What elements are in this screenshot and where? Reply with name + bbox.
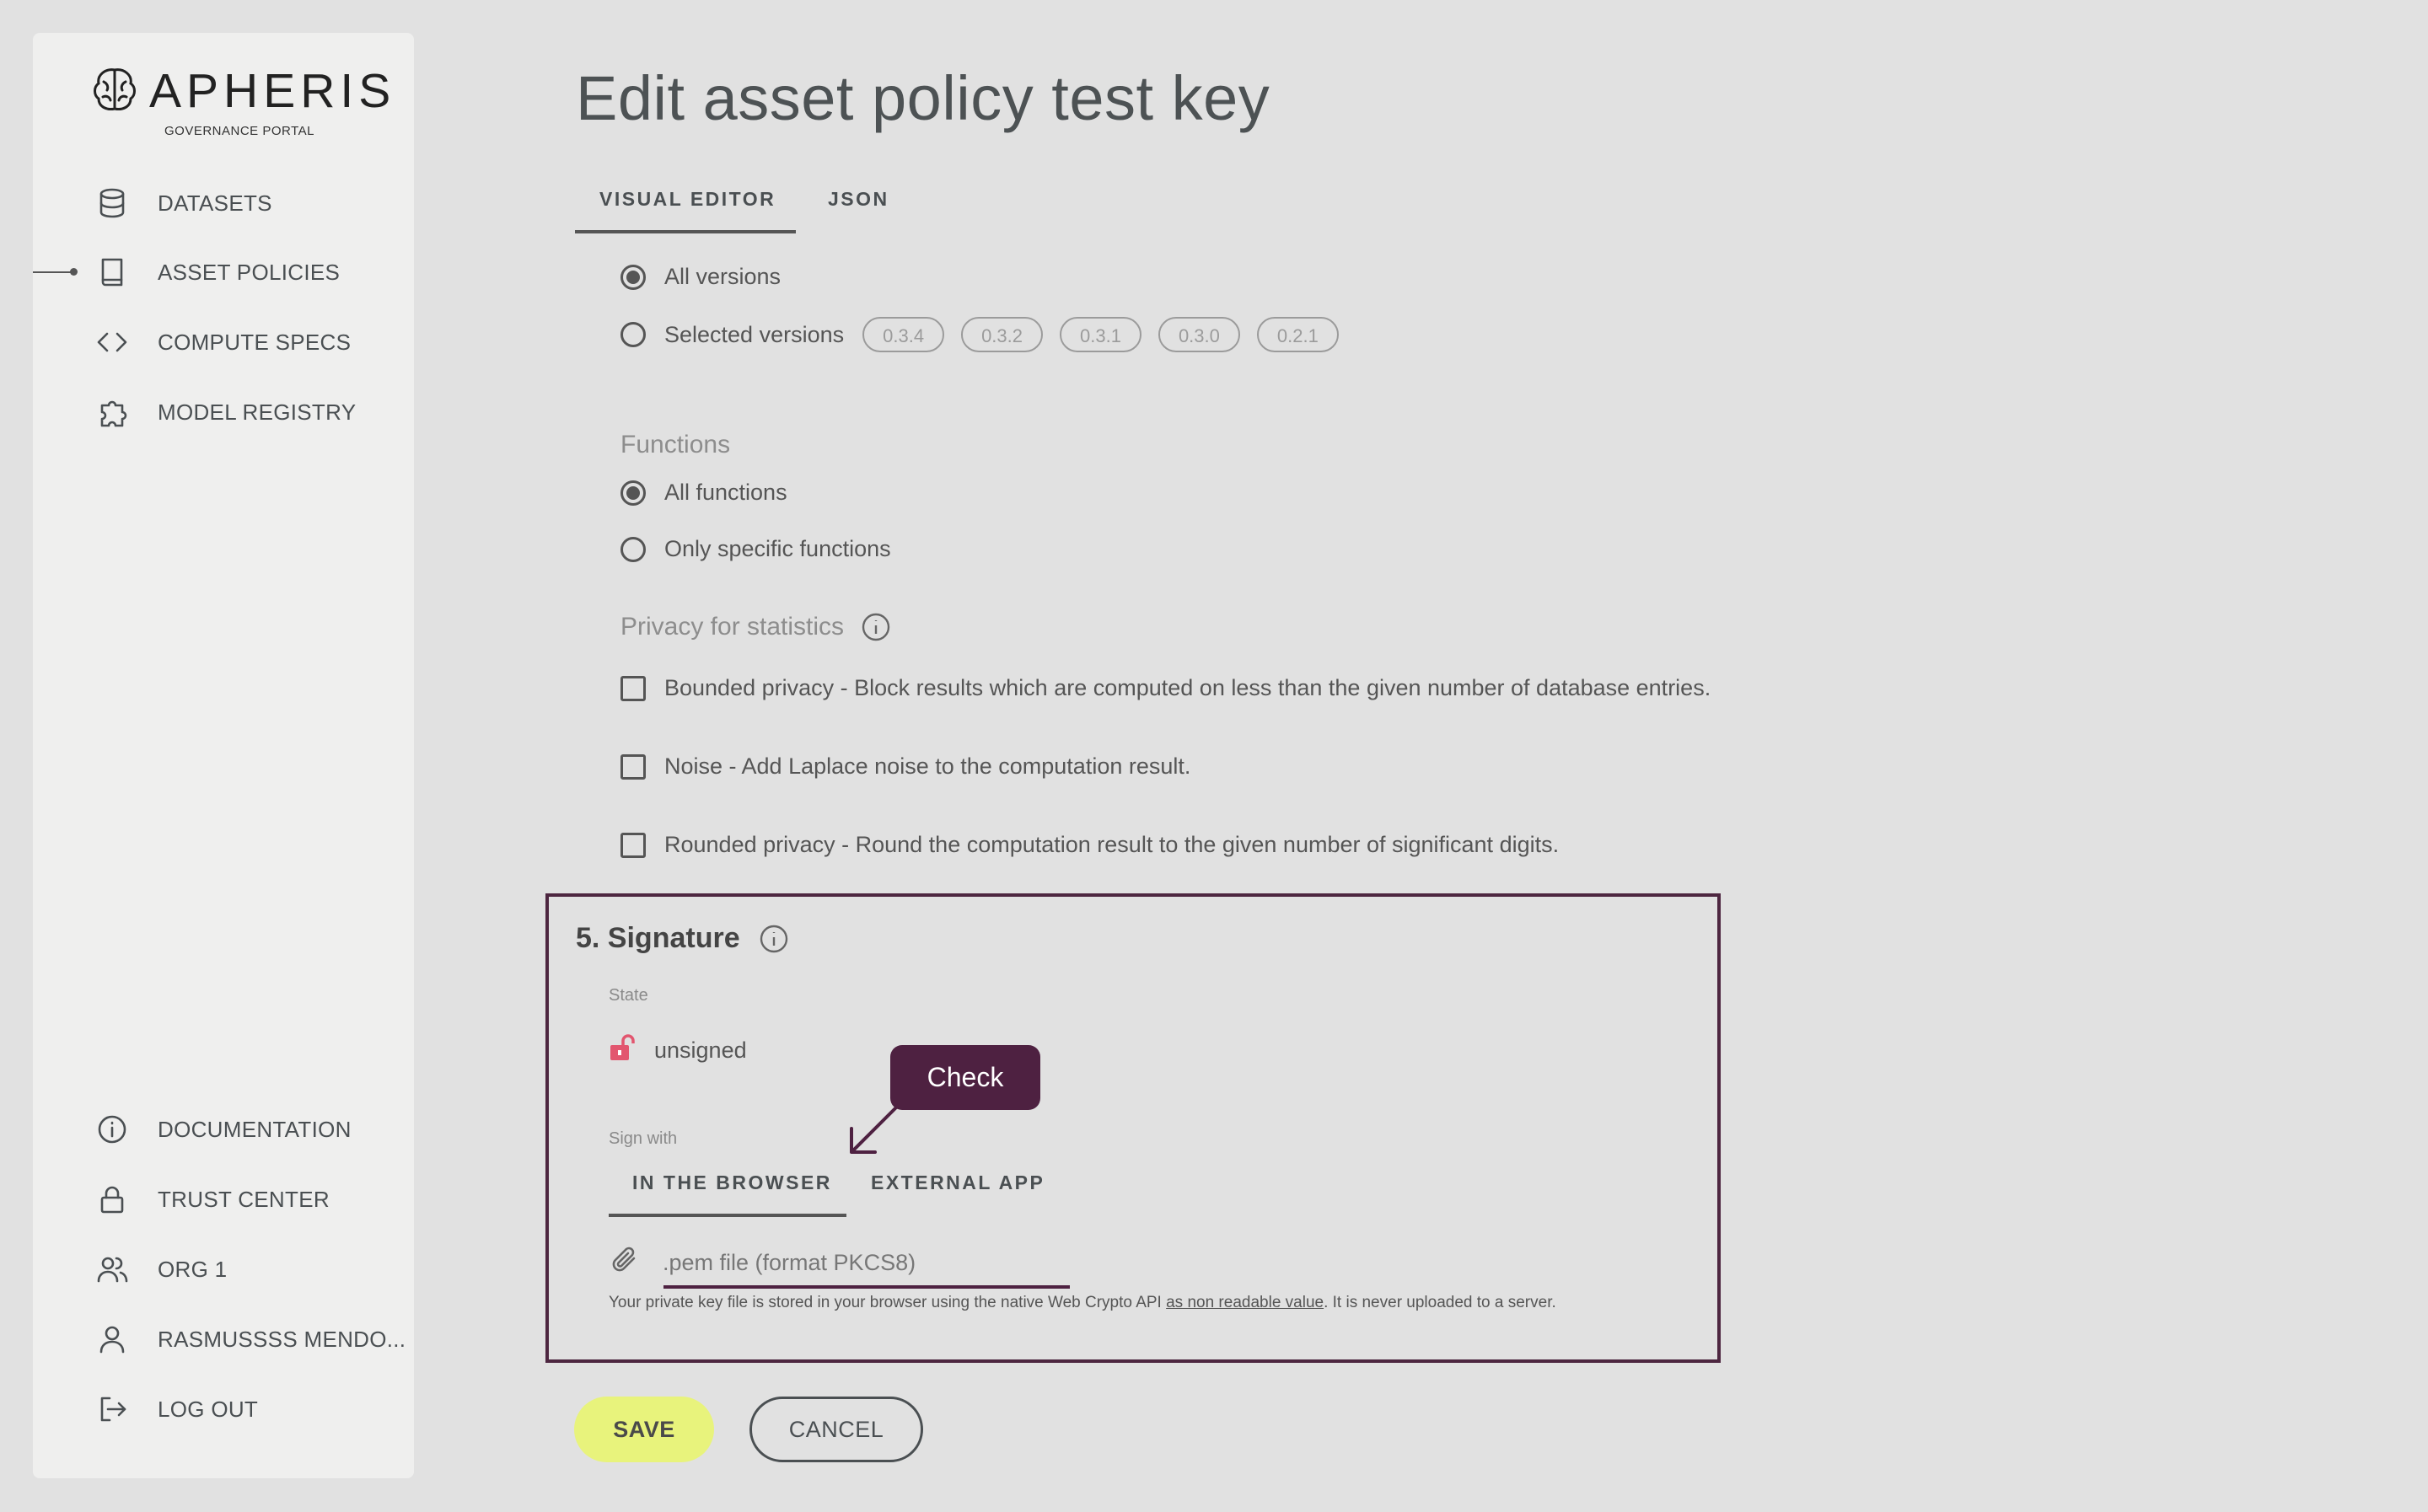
sidebar-item-label: TRUST CENTER: [158, 1186, 330, 1212]
version-chip[interactable]: 0.3.1: [1060, 317, 1141, 352]
sidebar-item-label: ORG 1: [158, 1256, 228, 1282]
logo[interactable]: APHERIS: [90, 65, 395, 118]
radio-label: All functions: [664, 480, 787, 505]
sidebar-item-label: DOCUMENTATION: [158, 1116, 352, 1142]
brain-icon: [90, 65, 139, 118]
version-chip[interactable]: 0.3.2: [961, 317, 1043, 352]
checkbox-noise[interactable]: Noise - Add Laplace noise to the computa…: [620, 753, 1190, 780]
radio-selected-versions[interactable]: Selected versions 0.3.4 0.3.2 0.3.1 0.3.…: [620, 317, 1339, 352]
radio-label: Selected versions: [664, 321, 845, 347]
info-icon[interactable]: [759, 924, 789, 954]
sidebar-item-label: DATASETS: [158, 190, 272, 216]
signature-heading: 5. Signature: [576, 922, 789, 955]
version-chip[interactable]: 0.3.4: [862, 317, 945, 352]
active-tab-underline: [575, 230, 796, 233]
radio-button[interactable]: [620, 322, 646, 347]
page-title: Edit asset policy test key: [576, 63, 1270, 133]
brand-name: APHERIS: [149, 64, 396, 118]
sidebar-item-label: RASMUSSSS MENDO...: [158, 1326, 406, 1352]
unlocked-icon: [609, 1033, 654, 1068]
book-icon: [94, 254, 131, 291]
state-value: unsigned: [654, 1037, 747, 1063]
sidebar-item-label: COMPUTE SPECS: [158, 329, 352, 355]
tooltip-arrow-icon: [850, 1103, 900, 1154]
tab-external-app[interactable]: EXTERNAL APP: [871, 1172, 1045, 1194]
signature-highlight-box: [545, 893, 1721, 1363]
sidebar-item-documentation[interactable]: DOCUMENTATION: [94, 1107, 352, 1151]
pem-file-input[interactable]: .pem file (format PKCS8): [609, 1244, 916, 1282]
privacy-heading-text: Privacy for statistics: [620, 613, 845, 641]
help-text-suffix: . It is never uploaded to a server.: [1324, 1294, 1556, 1311]
sidebar-item-logout[interactable]: LOG OUT: [94, 1387, 258, 1431]
privacy-heading: Privacy for statistics: [620, 612, 891, 642]
sidebar-item-compute-specs[interactable]: COMPUTE SPECS: [94, 320, 351, 364]
radio-label: Only specific functions: [664, 536, 891, 561]
logout-icon: [94, 1391, 131, 1428]
sign-with-label: Sign with: [609, 1129, 678, 1148]
checkbox-rounded-privacy[interactable]: Rounded privacy - Round the computation …: [620, 832, 1559, 858]
checkbox-label: Noise - Add Laplace noise to the computa…: [664, 753, 1191, 779]
radio-specific-functions[interactable]: Only specific functions: [620, 536, 891, 562]
sidebar-item-asset-policies[interactable]: ASSET POLICIES: [94, 250, 340, 294]
check-tooltip: Check: [890, 1045, 1040, 1110]
info-icon: [94, 1111, 131, 1148]
tab-json[interactable]: JSON: [828, 188, 889, 211]
info-icon[interactable]: [861, 612, 891, 642]
database-icon: [94, 185, 131, 222]
editor-tabs: VISUAL EDITOR JSON: [575, 173, 1334, 233]
state-label: State: [609, 986, 648, 1005]
radio-all-functions[interactable]: All functions: [620, 480, 787, 506]
functions-heading: Functions: [620, 431, 730, 459]
checkbox-bounded-privacy[interactable]: Bounded privacy - Block results which ar…: [620, 675, 1711, 701]
sidebar-item-datasets[interactable]: DATASETS: [94, 181, 272, 225]
active-indicator-line: [33, 271, 75, 273]
tab-visual-editor[interactable]: VISUAL EDITOR: [599, 188, 776, 211]
non-readable-value-link[interactable]: as non readable value: [1166, 1294, 1324, 1311]
sidebar-item-org[interactable]: ORG 1: [94, 1247, 227, 1291]
lock-icon: [94, 1181, 131, 1218]
sidebar-item-trust-center[interactable]: TRUST CENTER: [94, 1177, 330, 1221]
active-indicator-dot: [70, 268, 78, 276]
radio-all-versions[interactable]: All versions: [620, 264, 781, 290]
version-chip[interactable]: 0.3.0: [1158, 317, 1240, 352]
users-icon: [94, 1251, 131, 1288]
save-button[interactable]: SAVE: [574, 1397, 714, 1462]
code-icon: [94, 324, 131, 361]
checkbox-label: Rounded privacy - Round the computation …: [664, 832, 1560, 857]
sidebar-item-label: ASSET POLICIES: [158, 259, 341, 285]
sidebar-item-label: MODEL REGISTRY: [158, 399, 357, 425]
file-input-underline: [663, 1285, 1070, 1289]
sidebar: APHERIS GOVERNANCE PORTAL DATASETS ASSET…: [33, 33, 414, 1478]
tab-in-the-browser[interactable]: IN THE BROWSER: [632, 1172, 832, 1194]
radio-label: All versions: [664, 264, 782, 289]
version-chip[interactable]: 0.2.1: [1256, 317, 1339, 352]
active-tab-underline: [609, 1214, 846, 1217]
sidebar-item-model-registry[interactable]: MODEL REGISTRY: [94, 390, 356, 434]
checkbox[interactable]: [620, 675, 646, 701]
paperclip-icon: [609, 1244, 663, 1282]
functions-heading-text: Functions: [620, 431, 731, 458]
signature-state: unsigned: [609, 1033, 747, 1068]
private-key-help-text: Your private key file is stored in your …: [609, 1294, 1556, 1312]
radio-button[interactable]: [620, 536, 646, 562]
checkbox[interactable]: [620, 753, 646, 780]
checkbox-label: Bounded privacy - Block results which ar…: [664, 675, 1711, 700]
radio-button[interactable]: [620, 264, 646, 290]
cancel-button[interactable]: CANCEL: [749, 1397, 923, 1462]
user-icon: [94, 1321, 131, 1358]
puzzle-icon: [94, 394, 131, 431]
signature-heading-text: 5. Signature: [576, 922, 740, 954]
sidebar-item-label: LOG OUT: [158, 1396, 259, 1422]
file-placeholder: .pem file (format PKCS8): [663, 1250, 916, 1275]
sidebar-item-user[interactable]: RASMUSSSS MENDO...: [94, 1317, 406, 1361]
brand-subtitle: GOVERNANCE PORTAL: [164, 124, 314, 138]
checkbox[interactable]: [620, 832, 646, 858]
radio-button[interactable]: [620, 480, 646, 506]
help-text-prefix: Your private key file is stored in your …: [609, 1294, 1167, 1311]
